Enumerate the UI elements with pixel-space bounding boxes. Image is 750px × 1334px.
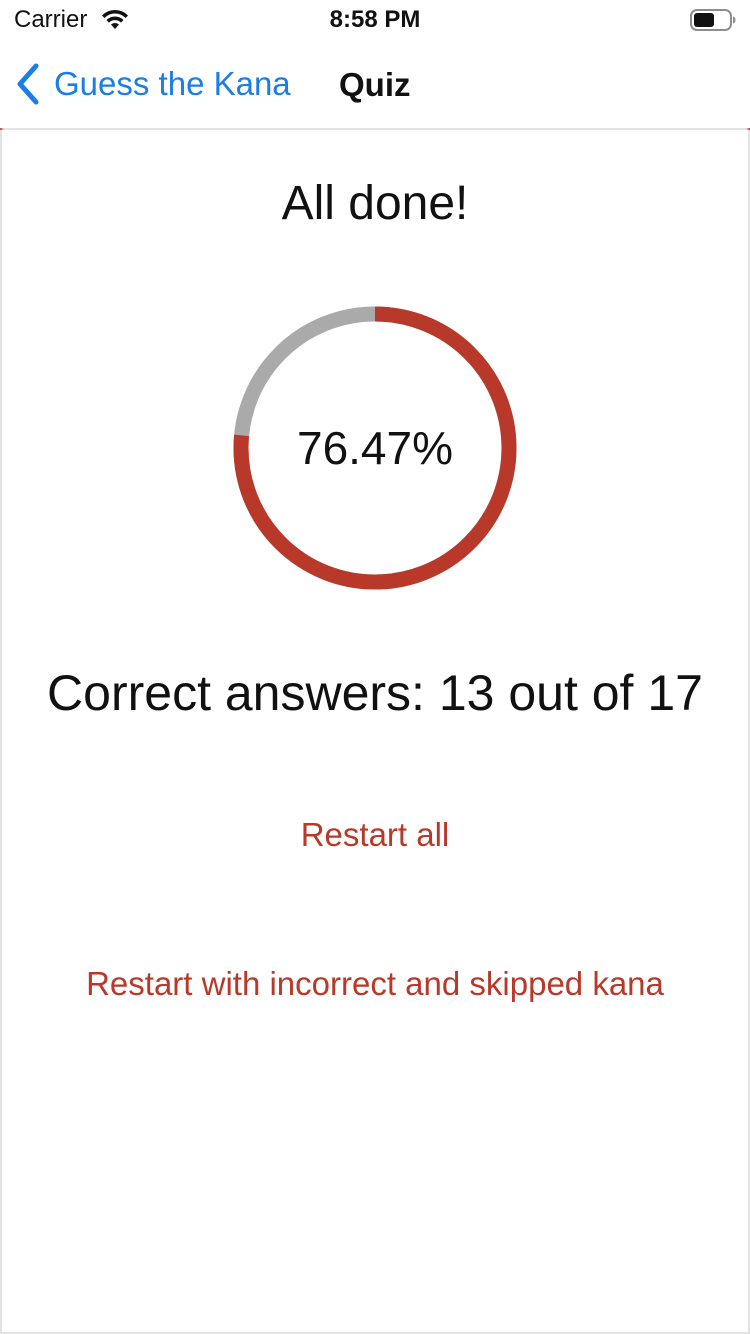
- results-heading: All done!: [281, 177, 469, 230]
- content-top-border: [0, 128, 750, 130]
- score-percentage: 76.47%: [296, 422, 453, 474]
- chevron-left-icon: [17, 63, 39, 105]
- restart-incorrect-button[interactable]: Restart with incorrect and skipped kana: [0, 965, 750, 1003]
- page-title: Quiz: [339, 66, 411, 103]
- navigation-bar: Guess the Kana Quiz: [0, 40, 750, 128]
- back-button-label: Guess the Kana: [54, 65, 291, 102]
- status-bar: Carrier 8:58 PM: [0, 0, 750, 40]
- quiz-results-screen: Carrier 8:58 PM Guess the Kana Quiz All …: [0, 0, 750, 1334]
- back-button[interactable]: Guess the Kana: [14, 62, 291, 106]
- restart-all-button[interactable]: Restart all: [0, 816, 750, 854]
- correct-answers-text: Correct answers: 13 out of 17: [47, 665, 703, 721]
- status-time: 8:58 PM: [329, 6, 421, 33]
- battery-icon: [690, 9, 736, 31]
